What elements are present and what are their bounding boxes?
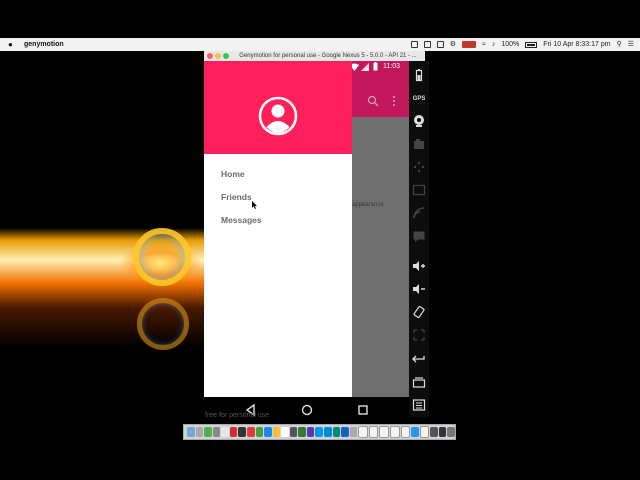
network-icon[interactable] xyxy=(412,206,426,220)
launchpad-icon[interactable] xyxy=(195,427,204,437)
clock[interactable]: Fri 10 Apr 8:33:17 pm xyxy=(543,38,610,51)
app-icon[interactable] xyxy=(306,427,315,437)
app-icon[interactable] xyxy=(430,427,438,437)
phone-screen: 11:03 appearance Home Friends Messages xyxy=(204,61,409,397)
wifi-icon[interactable]: ≈ xyxy=(482,38,486,51)
volume-up-icon[interactable] xyxy=(412,259,426,273)
app-icon[interactable] xyxy=(289,427,298,437)
finder-icon[interactable] xyxy=(187,427,195,437)
battery-icon[interactable] xyxy=(525,41,538,48)
app-toolbar xyxy=(352,73,409,117)
android-navigation-bar xyxy=(204,397,409,423)
gear-icon[interactable]: ⚙ xyxy=(450,38,456,51)
drawer-item-messages[interactable]: Messages xyxy=(221,215,262,225)
scale-icon[interactable] xyxy=(412,328,426,342)
gps-icon[interactable]: GPS xyxy=(412,90,426,104)
navigation-drawer: Home Friends Messages xyxy=(204,61,352,397)
wallpaper-ring-reflection xyxy=(137,298,189,350)
document-icon[interactable] xyxy=(368,426,379,438)
app-icon[interactable] xyxy=(315,427,323,437)
camera-icon[interactable] xyxy=(412,114,426,128)
drawer-header xyxy=(204,61,352,154)
recording-icon[interactable] xyxy=(462,41,476,48)
app-icon[interactable] xyxy=(298,427,306,437)
app-icon[interactable] xyxy=(238,427,246,437)
app-menu-name[interactable]: genymotion xyxy=(24,38,64,51)
app-icon[interactable] xyxy=(246,427,255,437)
app-icon[interactable] xyxy=(341,427,349,437)
document-icon[interactable] xyxy=(400,426,411,438)
battery-percent: 100% xyxy=(501,41,520,48)
app-icon[interactable] xyxy=(349,427,358,437)
app-icon[interactable] xyxy=(229,427,238,437)
app-icon[interactable] xyxy=(324,427,332,437)
document-icon[interactable] xyxy=(389,426,400,438)
home-icon[interactable] xyxy=(300,403,314,417)
app-icon[interactable] xyxy=(212,427,221,437)
settings-icon[interactable] xyxy=(436,41,444,48)
rotate-icon[interactable] xyxy=(412,305,426,319)
avatar[interactable] xyxy=(258,96,298,136)
volume-down-icon[interactable] xyxy=(412,282,426,296)
close-window-button[interactable] xyxy=(207,53,213,59)
app-icon[interactable] xyxy=(272,427,281,437)
emulator-tool-sidebar: GPS xyxy=(409,61,429,417)
app-icon[interactable] xyxy=(438,427,447,437)
overflow-menu-icon[interactable] xyxy=(392,95,396,107)
drawer-item-home[interactable]: Home xyxy=(221,169,245,179)
battery-icon[interactable] xyxy=(412,68,426,82)
app-icon[interactable] xyxy=(411,427,419,437)
search-icon[interactable] xyxy=(367,95,379,107)
notification-center-icon[interactable]: ☰ xyxy=(628,38,634,51)
display-icon[interactable] xyxy=(423,41,431,48)
app-icon[interactable] xyxy=(281,427,289,437)
back-icon[interactable] xyxy=(412,352,426,366)
drawer-item-friends[interactable]: Friends xyxy=(221,192,252,202)
trash-icon[interactable] xyxy=(447,427,455,437)
sound-icon[interactable]: ♪ xyxy=(492,38,496,51)
watermark-text: free for personal use xyxy=(205,412,270,419)
minimize-window-button[interactable] xyxy=(215,53,221,59)
battery-icon xyxy=(373,62,378,71)
wallpaper-ring xyxy=(133,228,191,286)
recents-icon[interactable] xyxy=(356,403,370,417)
remote-control-icon[interactable] xyxy=(412,160,426,174)
zoom-window-button[interactable] xyxy=(223,53,229,59)
menu-icon[interactable] xyxy=(412,398,426,412)
document-icon[interactable] xyxy=(419,426,430,438)
status-time: 11:03 xyxy=(383,63,400,70)
sms-icon[interactable] xyxy=(412,229,426,243)
app-icon[interactable] xyxy=(204,427,212,437)
document-icon[interactable] xyxy=(358,426,368,438)
status-tray: ⚙ ≈ ♪ 100% Fri 10 Apr 8:33:17 pm ⚲ ☰ xyxy=(410,38,634,51)
document-icon[interactable] xyxy=(379,426,389,438)
background-content-text: appearance xyxy=(352,202,384,208)
menu-bar: ● genymotion ⚙ ≈ ♪ 100% Fri 10 Apr 8:33:… xyxy=(0,38,640,51)
apple-logo-icon[interactable]: ● xyxy=(8,38,13,51)
screen-share-icon[interactable] xyxy=(410,41,418,48)
search-icon[interactable]: ⚲ xyxy=(617,38,622,51)
recents-icon[interactable] xyxy=(412,375,426,389)
app-icon[interactable] xyxy=(255,427,264,437)
app-icon[interactable] xyxy=(332,427,341,437)
capture-icon[interactable] xyxy=(412,137,426,151)
id-icon[interactable] xyxy=(412,183,426,197)
cell-signal-icon xyxy=(361,63,369,71)
app-icon[interactable] xyxy=(264,427,272,437)
mouse-cursor-icon xyxy=(252,201,257,209)
dock xyxy=(183,424,456,440)
window-title: Genymotion for personal use - Google Nex… xyxy=(239,53,417,59)
app-icon[interactable] xyxy=(221,427,229,437)
